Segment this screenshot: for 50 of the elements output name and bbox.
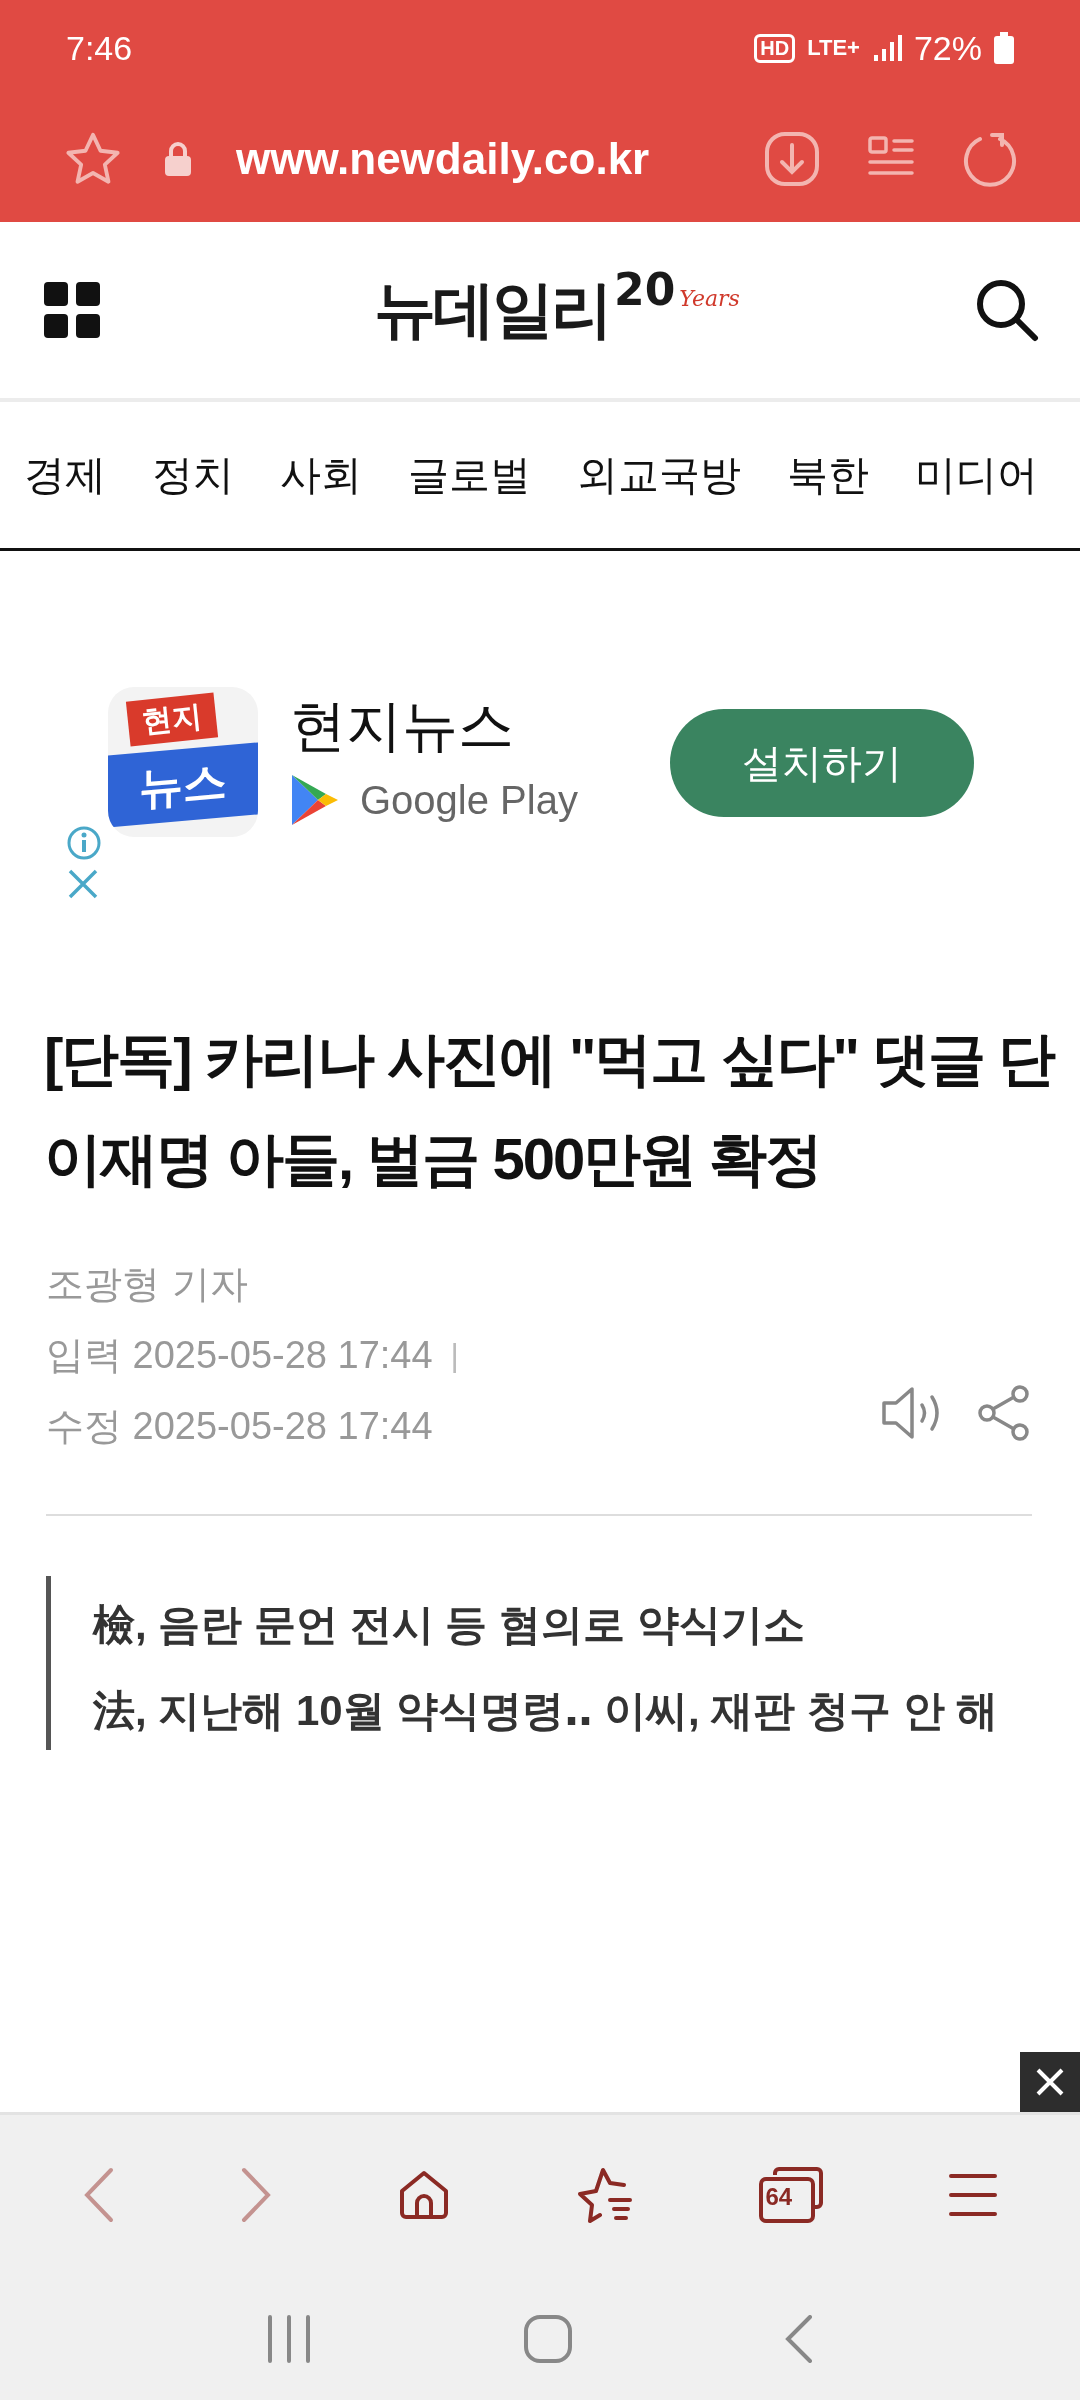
url-text[interactable]: www.newdaily.co.kr: [236, 134, 764, 184]
install-button[interactable]: 설치하기: [670, 709, 974, 817]
close-icon[interactable]: [68, 869, 98, 899]
app-icon[interactable]: 뉴스 현지: [108, 687, 258, 837]
category-tab[interactable]: 글로벌: [408, 447, 531, 503]
app-icon-label: 현지: [125, 692, 219, 747]
battery-percent: 72%: [913, 28, 982, 68]
hd-voice-indicator: HD: [754, 33, 796, 63]
home-icon[interactable]: [398, 2169, 451, 2221]
article-subheading: 法, 지난해 10월 약식명령‥ 이씨, 재판 청구 안 해: [93, 1686, 1000, 1736]
download-icon[interactable]: [764, 131, 820, 187]
anniversary-number: 20: [614, 268, 676, 312]
site-logo[interactable]: 뉴데일리: [374, 268, 611, 352]
share-icon[interactable]: [976, 1384, 1032, 1442]
search-icon[interactable]: [974, 277, 1040, 343]
article-subheading: 檢, 음란 문언 전시 등 혐의로 약식기소: [93, 1600, 806, 1650]
bookmarks-icon[interactable]: [575, 2167, 634, 2223]
article-headline: [단독] 카리나 사진에 "먹고 싶다" 댓글 단 이재명 아들, 벌금 500만원 확정: [44, 1025, 1056, 1193]
reload-icon[interactable]: [962, 131, 1018, 187]
battery-icon: [994, 32, 1014, 64]
back-icon[interactable]: [785, 2315, 814, 2363]
star-icon[interactable]: [64, 131, 122, 187]
anniversary-tagline: Years: [679, 286, 740, 311]
signal-icon: [871, 33, 902, 63]
modified-date: 수정 2025-05-28 17:44: [46, 1404, 434, 1449]
forward-icon[interactable]: [240, 2167, 273, 2223]
menu-icon[interactable]: [949, 2173, 998, 2217]
recent-apps-icon[interactable]: [266, 2315, 311, 2363]
home-button-icon[interactable]: [524, 2315, 572, 2363]
app-name: 현지뉴스: [290, 692, 515, 760]
close-button[interactable]: [1020, 2052, 1080, 2112]
lock-icon: [164, 141, 192, 177]
info-icon[interactable]: [66, 825, 102, 861]
play-store-icon: [290, 773, 340, 827]
store-name: Google Play: [360, 777, 578, 823]
category-tab[interactable]: 경제: [24, 447, 106, 503]
network-type: LTE+: [807, 35, 860, 61]
category-tab[interactable]: 외교국방: [577, 447, 741, 503]
menu-grid-icon[interactable]: [44, 282, 100, 338]
app-icon-label: 뉴스: [108, 742, 258, 828]
category-tab[interactable]: 북한: [787, 447, 869, 503]
category-tab[interactable]: 미디어: [915, 447, 1038, 503]
separator: |: [450, 1337, 459, 1374]
category-tab[interactable]: 정치: [152, 447, 234, 503]
category-tab[interactable]: 사회: [280, 447, 362, 503]
entered-date: 입력 2025-05-28 17:44: [46, 1333, 433, 1378]
clock: 7:46: [66, 28, 133, 68]
back-icon[interactable]: [82, 2167, 115, 2223]
reporter-name: 조광형 기자: [46, 1262, 249, 1306]
close-icon: [1035, 2067, 1065, 2097]
